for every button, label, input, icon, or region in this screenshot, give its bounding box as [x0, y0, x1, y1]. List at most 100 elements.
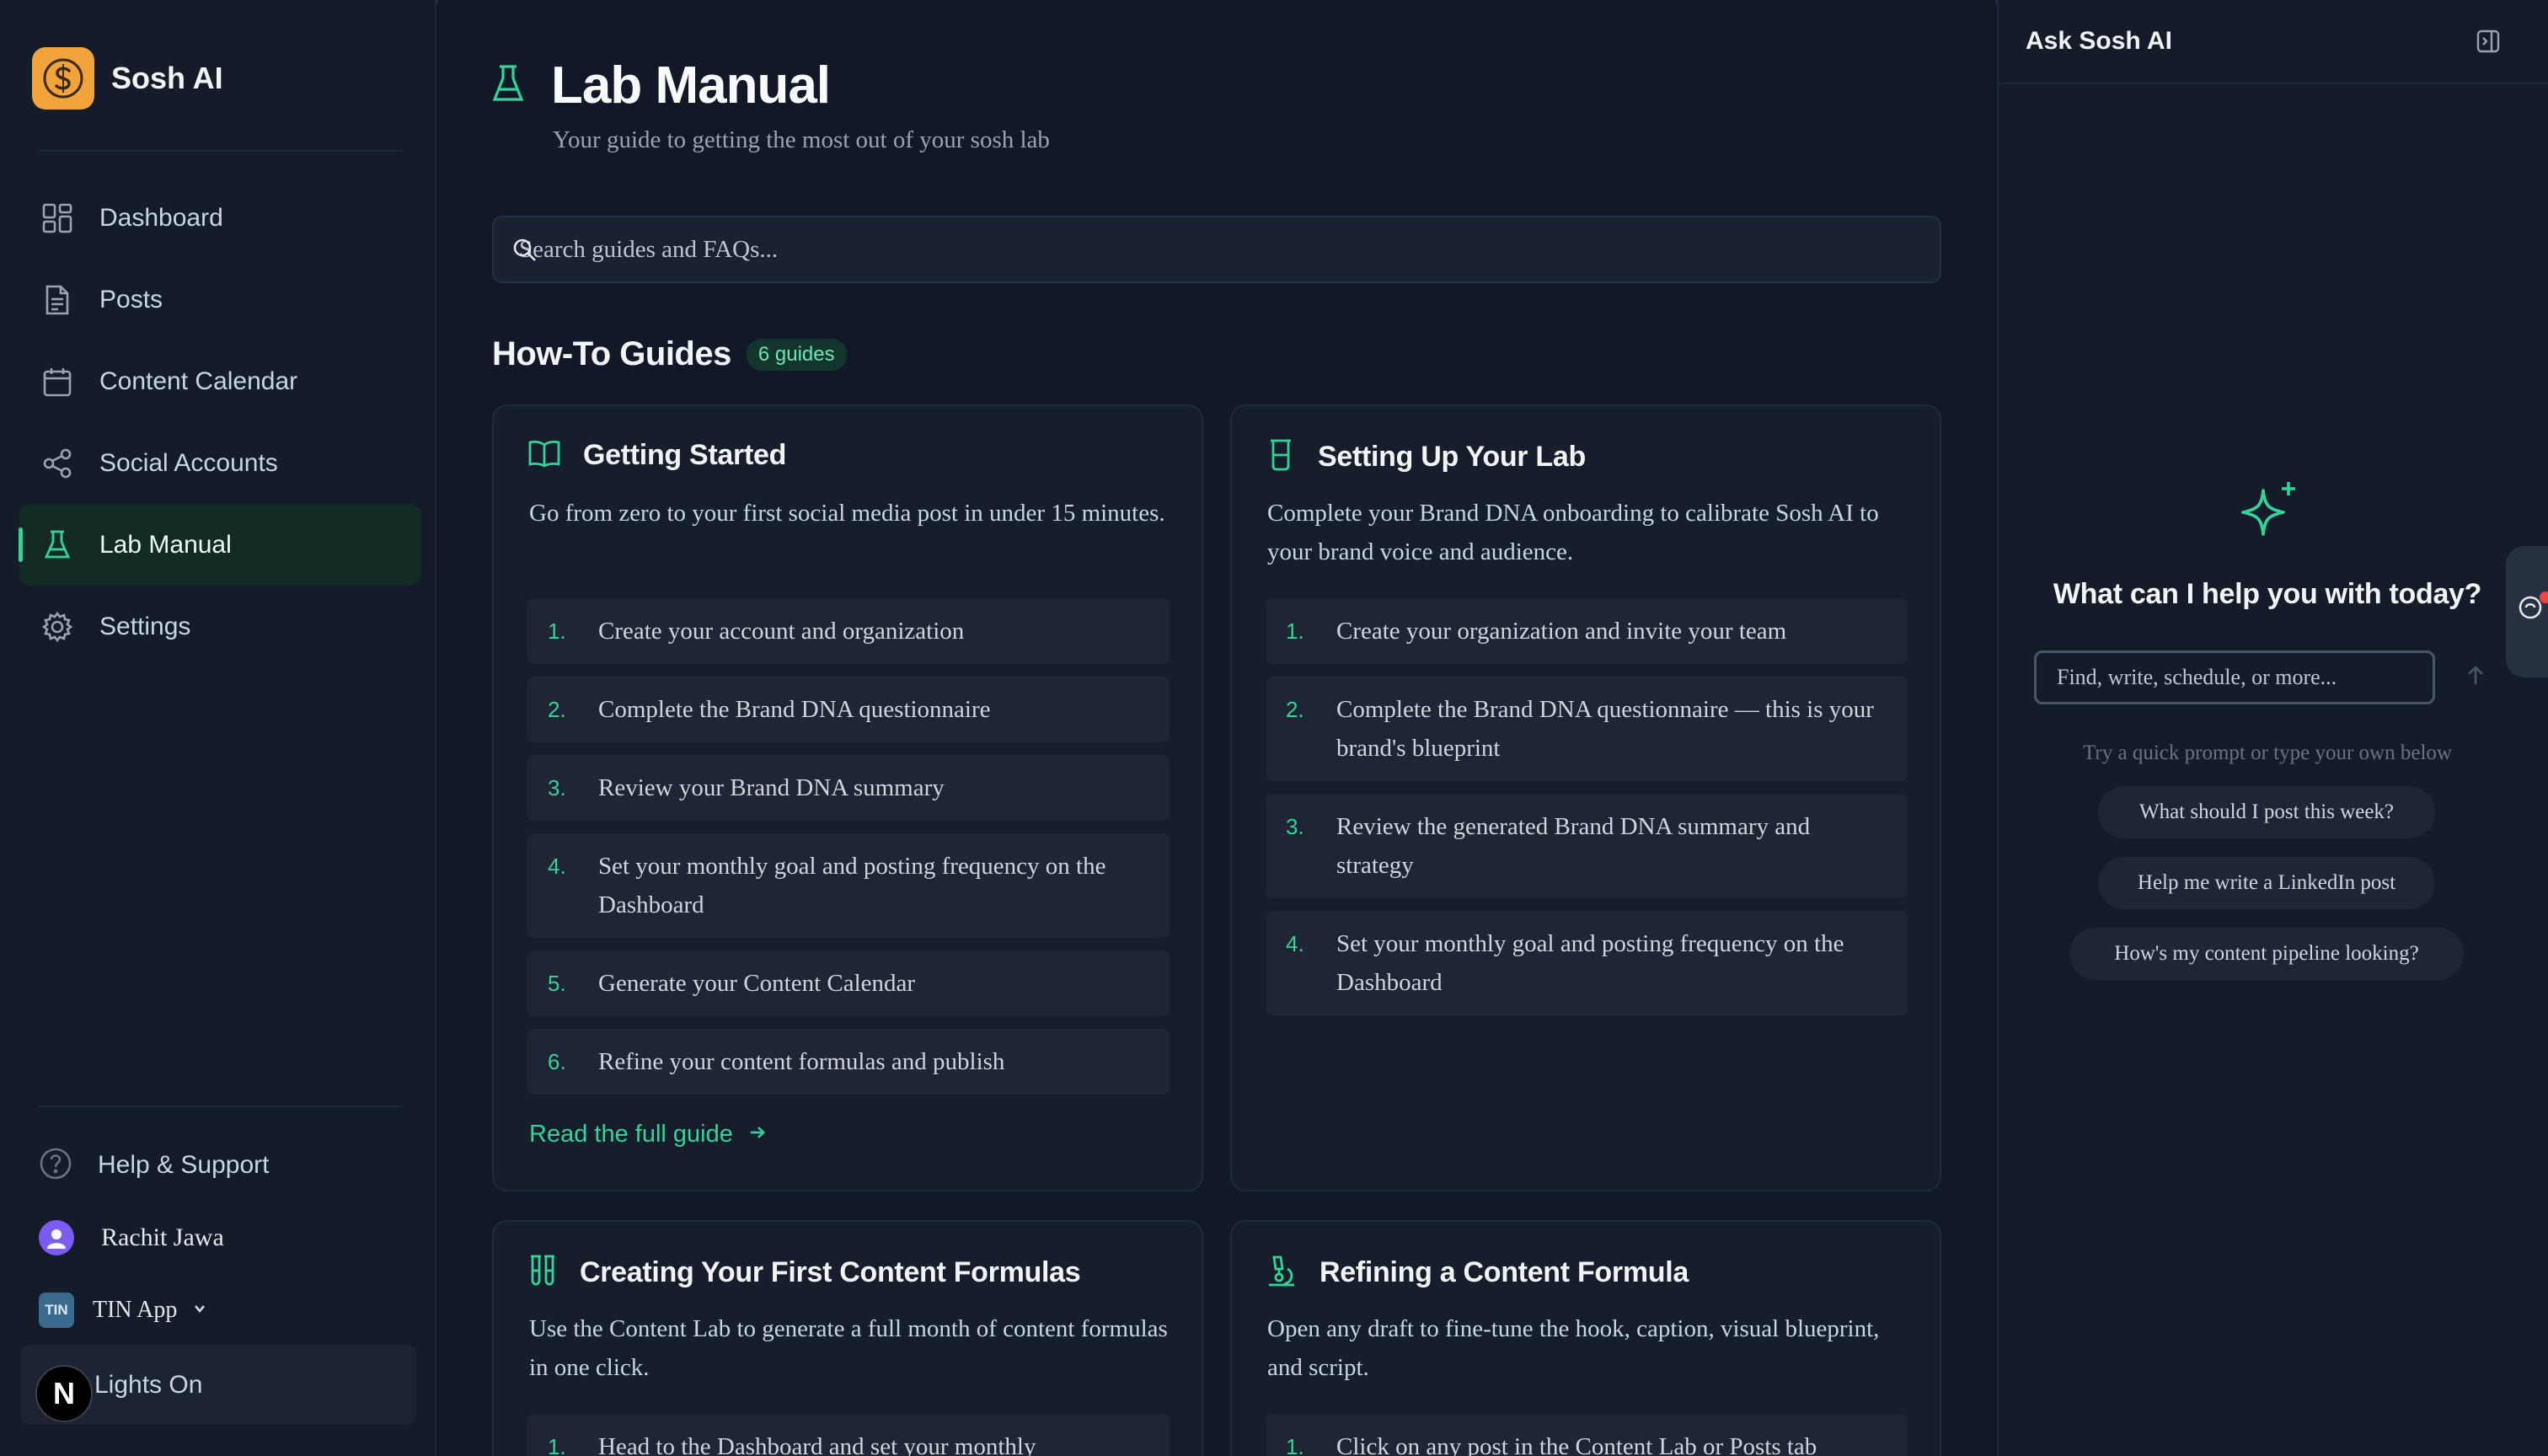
search-input[interactable] [494, 217, 1940, 281]
guide-step[interactable]: 1. Head to the Dashboard and set your mon… [527, 1414, 1170, 1456]
guide-step[interactable]: 1. Click on any post in the Content Lab o… [1266, 1414, 1908, 1456]
step-text: Generate your Content Calendar [598, 970, 916, 997]
guide-description: Open any draft to fine-tune the hook, ca… [1267, 1315, 1880, 1381]
step-text: Complete the Brand DNA questionnaire [598, 696, 991, 723]
step-text: Set your monthly goal and posting freque… [598, 853, 1106, 918]
step-text: Set your monthly goal and posting freque… [1336, 930, 1844, 996]
help-support-label: Help & Support [98, 1151, 270, 1179]
step-number: 3. [1286, 814, 1304, 839]
brand[interactable]: Sosh AI [32, 47, 223, 110]
quick-prompt-chip[interactable]: What should I post this week? [2098, 786, 2435, 838]
help-support-link[interactable]: Help & Support [19, 1129, 421, 1202]
page-header: Lab Manual [490, 56, 831, 115]
step-text: Head to the Dashboard and set your month… [598, 1433, 1036, 1456]
sparkle-icon [2235, 477, 2305, 552]
collapse-panel-icon[interactable] [2476, 29, 2501, 58]
sidebar-item-label: Dashboard [99, 203, 223, 232]
quick-prompt-chip[interactable]: How's my content pipeline looking? [2069, 928, 2464, 980]
send-arrow-icon[interactable] [2464, 664, 2487, 692]
gear-icon [40, 610, 74, 644]
guide-step[interactable]: 3. Review your Brand DNA summary [527, 755, 1170, 821]
read-full-guide-label: Read the full guide [529, 1121, 733, 1148]
guide-card: Creating Your First Content Formulas Use… [492, 1220, 1203, 1456]
guide-card-header: Setting Up Your Lab [1266, 438, 1586, 476]
sidebar-footer-divider [39, 1105, 403, 1107]
step-number: 6. [548, 1049, 566, 1074]
guide-description: Complete your Brand DNA onboarding to ca… [1267, 500, 1879, 565]
step-number: 4. [548, 854, 566, 879]
notification-dot [2540, 592, 2548, 603]
step-number: 1. [548, 618, 566, 644]
sidebar-item-dashboard[interactable]: Dashboard [19, 177, 421, 259]
guide-card-header: Getting Started [527, 438, 786, 473]
assistant-header: Ask Sosh AI [1999, 0, 2548, 84]
sidebar-item-content-calendar[interactable]: Content Calendar [19, 340, 421, 422]
step-number: 3. [548, 775, 566, 800]
guide-description: Use the Content Lab to generate a full m… [529, 1315, 1168, 1381]
assistant-panel: Ask Sosh AI What can I help you with tod… [1997, 0, 2548, 1456]
guide-card-header: Creating Your First Content Formulas [527, 1254, 1081, 1292]
read-full-guide-link[interactable]: Read the full guide [529, 1121, 767, 1148]
page-subtitle: Your guide to getting the most out of yo… [553, 126, 1050, 153]
sidebar-item-label: Settings [99, 612, 191, 640]
feedback-tab[interactable] [2506, 546, 2548, 677]
sidebar-item-label: Social Accounts [99, 448, 278, 477]
assistant-hint: Try a quick prompt or type your own belo… [2083, 741, 2452, 764]
guide-step[interactable]: 1. Create your organization and invite yo… [1266, 598, 1908, 664]
page-title: Lab Manual [551, 56, 831, 115]
guide-step[interactable]: 3. Review the generated Brand DNA summary… [1266, 794, 1908, 898]
sidebar-item-label: Lab Manual [99, 530, 232, 559]
search-bar[interactable] [492, 216, 1941, 283]
step-text: Create your organization and invite your… [1336, 618, 1787, 645]
search-icon [512, 238, 538, 267]
sidebar-item-social-accounts[interactable]: Social Accounts [19, 422, 421, 504]
sidebar: Sosh AI Dashboard Posts Content Calendar… [0, 0, 436, 1456]
step-text: Review your Brand DNA summary [598, 774, 945, 801]
sidebar-item-settings[interactable]: Settings [19, 586, 421, 667]
guide-step[interactable]: 2. Complete the Brand DNA questionnaire [527, 677, 1170, 742]
guide-step[interactable]: 4. Set your monthly goal and posting freq… [527, 833, 1170, 938]
section-title: How-To Guides [492, 335, 731, 372]
guide-title: Creating Your First Content Formulas [580, 1256, 1081, 1288]
step-text: Refine your content formulas and publish [598, 1048, 1005, 1075]
guide-step[interactable]: 1. Create your account and organization [527, 598, 1170, 664]
sidebar-item-posts[interactable]: Posts [19, 259, 421, 340]
guide-card: Refining a Content Formula Open any draf… [1230, 1220, 1941, 1456]
user-name: Rachit Jawa [101, 1223, 224, 1251]
section-header: How-To Guides 6 guides [492, 335, 847, 373]
document-icon [40, 283, 74, 317]
guide-card-header: Refining a Content Formula [1266, 1254, 1689, 1292]
flask-icon [40, 528, 74, 562]
guide-title: Getting Started [583, 439, 787, 471]
share-icon [40, 447, 74, 480]
guide-step[interactable]: 6. Refine your content formulas and publi… [527, 1029, 1170, 1095]
assistant-title: Ask Sosh AI [2026, 27, 2172, 55]
brand-logo-icon [32, 47, 94, 110]
sidebar-footer: Help & Support Rachit Jawa TIN TIN App [19, 1129, 421, 1346]
step-number: 1. [1286, 1434, 1304, 1456]
sidebar-item-label: Posts [99, 285, 163, 313]
assistant-input[interactable] [2034, 650, 2435, 704]
guide-steps: 1. Create your account and organization 2… [527, 598, 1170, 1107]
step-text: Click on any post in the Content Lab or … [1336, 1433, 1817, 1456]
quick-prompt-chip[interactable]: Help me write a LinkedIn post [2098, 857, 2435, 909]
guide-step[interactable]: 2. Complete the Brand DNA questionnaire —… [1266, 677, 1908, 781]
guide-title: Refining a Content Formula [1320, 1256, 1689, 1288]
guide-step[interactable]: 4. Set your monthly goal and posting freq… [1266, 911, 1908, 1015]
guide-card: Setting Up Your Lab Complete your Brand … [1230, 404, 1941, 1191]
book-icon [527, 438, 561, 473]
guide-step[interactable]: 5. Generate your Content Calendar [527, 950, 1170, 1016]
user-profile[interactable]: Rachit Jawa [19, 1202, 421, 1274]
sidebar-nav: Dashboard Posts Content Calendar Social … [19, 177, 421, 667]
step-number: 2. [548, 697, 566, 722]
sidebar-item-lab-manual[interactable]: Lab Manual [19, 504, 421, 586]
step-text: Review the generated Brand DNA summary a… [1336, 813, 1811, 879]
dev-tools-badge[interactable]: N [35, 1365, 93, 1422]
org-switcher[interactable]: TIN TIN App [19, 1274, 421, 1346]
guide-steps: 1. Head to the Dashboard and set your mon… [527, 1414, 1170, 1456]
guide-title: Setting Up Your Lab [1318, 441, 1586, 473]
theme-toggle-label: Lights On [94, 1370, 203, 1399]
step-number: 5. [548, 971, 566, 996]
arrow-right-icon [748, 1121, 767, 1148]
step-number: 1. [1286, 618, 1304, 644]
